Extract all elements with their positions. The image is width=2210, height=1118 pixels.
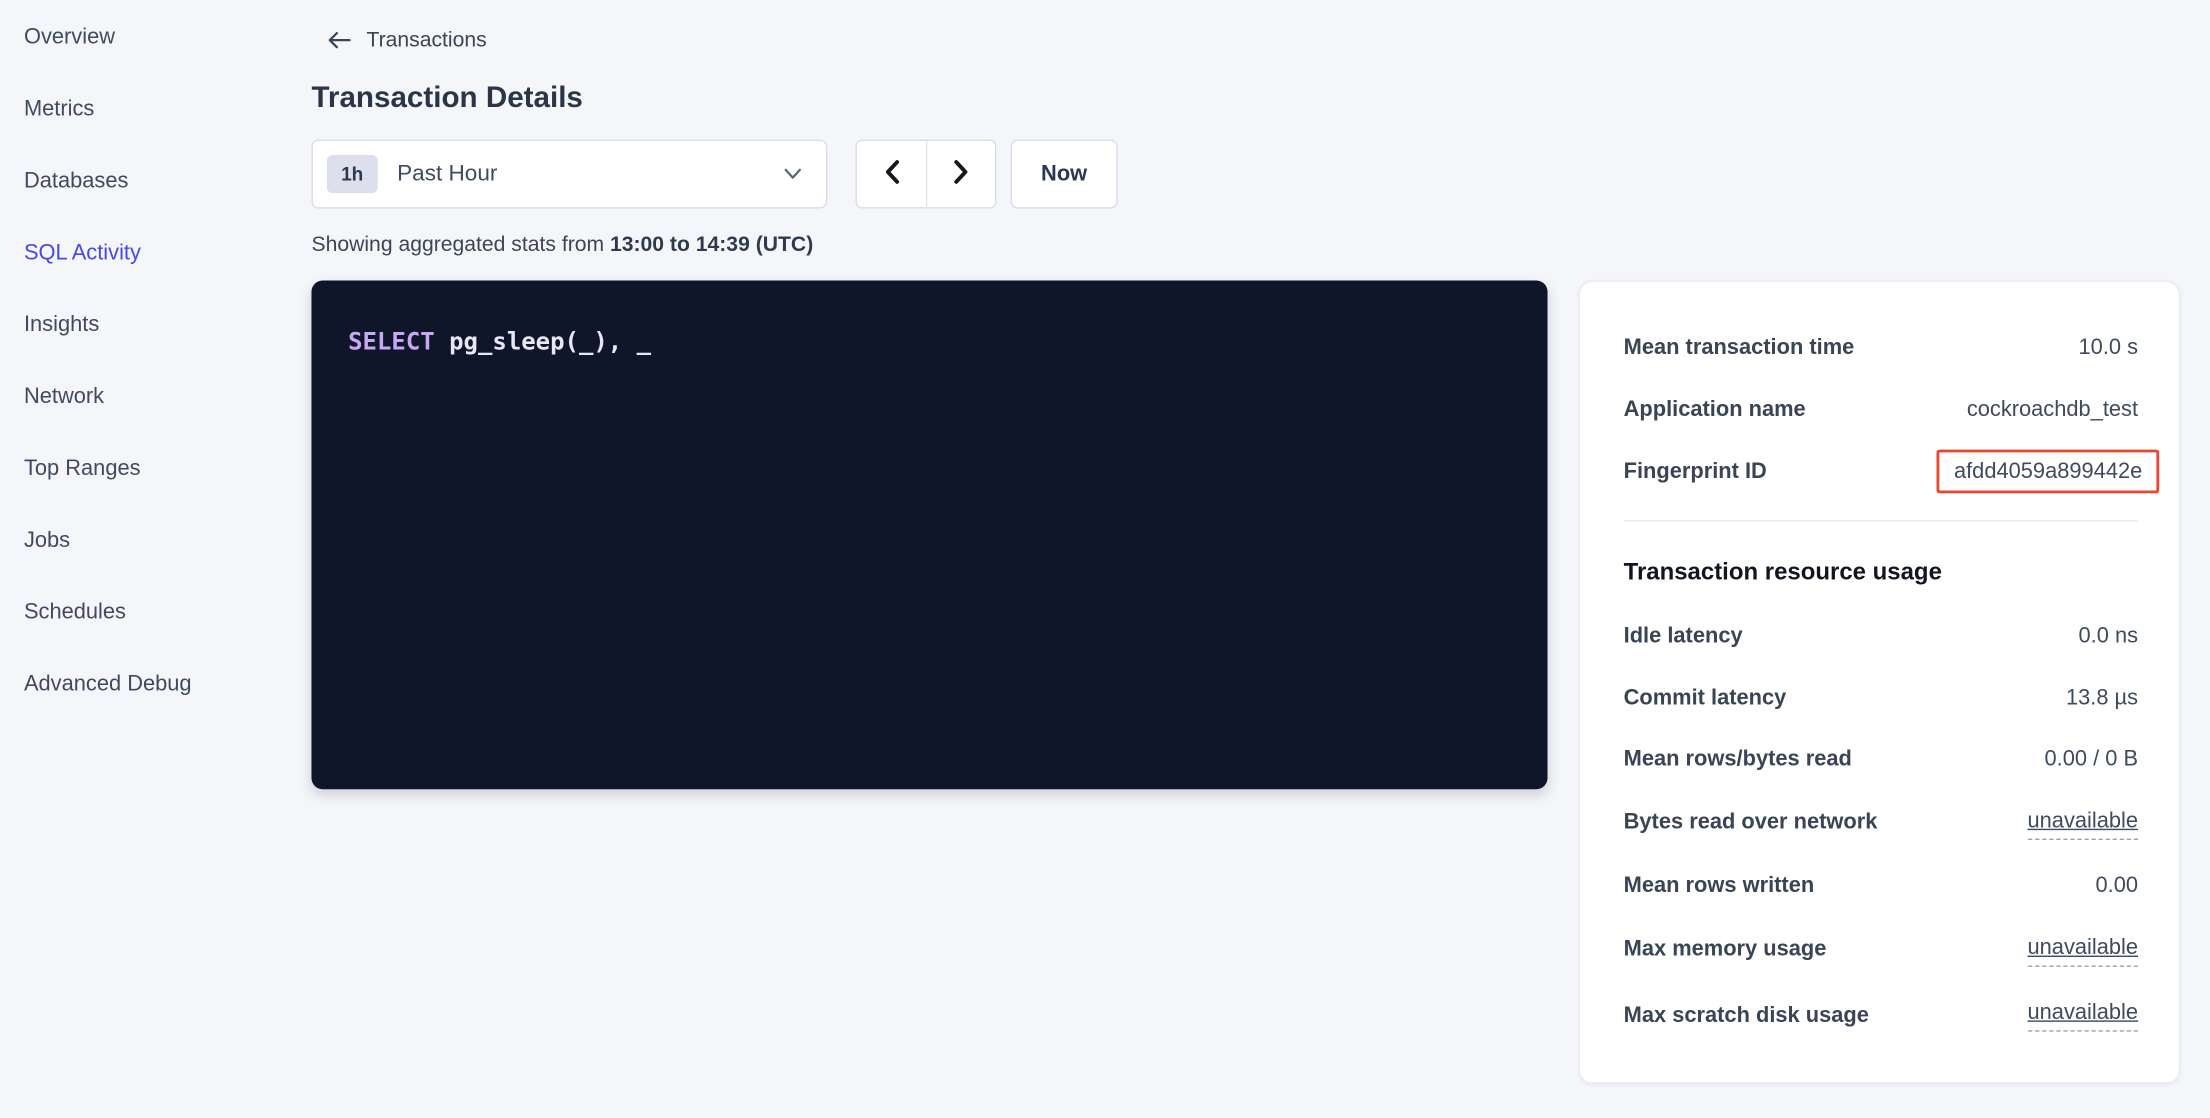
detail-row-mean-rows-bytes-read: Mean rows/bytes read 0.00 / 0 B — [1624, 744, 2138, 774]
next-range-button[interactable] — [926, 140, 996, 209]
sidebar-item-advanced-debug[interactable]: Advanced Debug — [24, 668, 312, 700]
time-range-pager — [856, 140, 997, 209]
detail-value-application-name: cockroachdb_test — [1967, 395, 2138, 425]
time-range-select[interactable]: 1h Past Hour — [311, 140, 827, 209]
sql-statement-text: pg_sleep(_), _ — [435, 328, 651, 356]
sidebar: Overview Metrics Databases SQL Activity … — [0, 0, 311, 1118]
detail-label: Bytes read over network — [1624, 808, 1878, 838]
detail-row-fingerprint-id: Fingerprint ID afdd4059a899442e — [1624, 457, 2138, 487]
sidebar-item-jobs[interactable]: Jobs — [24, 524, 312, 556]
detail-value-mean-transaction-time: 10.0 s — [2079, 333, 2139, 363]
sidebar-item-network[interactable]: Network — [24, 381, 312, 413]
detail-value-idle-latency: 0.0 ns — [2079, 622, 2139, 652]
sidebar-item-databases[interactable]: Databases — [24, 165, 312, 197]
sidebar-item-overview[interactable]: Overview — [24, 21, 312, 53]
details-content: SELECT pg_sleep(_), _ Mean transaction t… — [311, 280, 2209, 1083]
card-divider — [1624, 520, 2138, 521]
detail-label: Mean rows written — [1624, 871, 1815, 901]
detail-row-max-scratch-disk-usage: Max scratch disk usage unavailable — [1624, 998, 2138, 1032]
detail-value-commit-latency: 13.8 µs — [2066, 683, 2138, 713]
breadcrumb[interactable]: Transactions — [327, 28, 487, 52]
previous-range-button[interactable] — [856, 140, 926, 209]
detail-value-mean-rows-bytes-read: 0.00 / 0 B — [2045, 744, 2139, 774]
detail-label: Idle latency — [1624, 622, 1743, 652]
aggregation-status-prefix: Showing aggregated stats from — [311, 233, 610, 257]
detail-value-fingerprint-id: afdd4059a899442e — [1937, 450, 2159, 494]
resource-rows: Idle latency 0.0 ns Commit latency 13.8 … — [1624, 622, 2138, 1032]
sidebar-item-insights[interactable]: Insights — [24, 309, 312, 341]
detail-value-max-scratch-disk-usage: unavailable — [2028, 998, 2139, 1032]
back-arrow-icon — [327, 31, 351, 49]
detail-label: Max scratch disk usage — [1624, 1000, 1869, 1030]
app-root: Overview Metrics Databases SQL Activity … — [0, 0, 2210, 1118]
summary-rows: Mean transaction time 10.0 s Application… — [1624, 333, 2138, 487]
sidebar-item-sql-activity[interactable]: SQL Activity — [24, 237, 312, 269]
detail-label: Application name — [1624, 395, 1806, 425]
chevron-right-icon — [953, 159, 970, 189]
transaction-details-card: Mean transaction time 10.0 s Application… — [1579, 280, 2181, 1083]
main-content: Transactions Transaction Details 1h Past… — [311, 0, 2209, 1118]
detail-row-max-memory-usage: Max memory usage unavailable — [1624, 932, 2138, 966]
sidebar-item-schedules[interactable]: Schedules — [24, 596, 312, 628]
aggregation-status-range: 13:00 to 14:39 (UTC) — [610, 233, 813, 257]
detail-row-mean-rows-written: Mean rows written 0.00 — [1624, 871, 2138, 901]
chevron-down-icon — [784, 161, 802, 186]
chevron-left-icon — [883, 159, 900, 189]
time-toolbar: 1h Past Hour — [311, 140, 2209, 209]
detail-row-application-name: Application name cockroachdb_test — [1624, 395, 2138, 425]
detail-label: Mean rows/bytes read — [1624, 744, 1852, 774]
aggregation-status: Showing aggregated stats from 13:00 to 1… — [311, 233, 2209, 258]
detail-label: Fingerprint ID — [1624, 457, 1767, 487]
detail-label: Mean transaction time — [1624, 333, 1855, 363]
sql-keyword: SELECT — [348, 328, 435, 356]
sidebar-item-top-ranges[interactable]: Top Ranges — [24, 452, 312, 484]
time-range-badge: 1h — [327, 155, 377, 193]
sidebar-item-metrics[interactable]: Metrics — [24, 93, 312, 125]
detail-row-mean-transaction-time: Mean transaction time 10.0 s — [1624, 333, 2138, 363]
detail-value-mean-rows-written: 0.00 — [2096, 871, 2139, 901]
detail-label: Commit latency — [1624, 683, 1787, 713]
breadcrumb-label: Transactions — [366, 28, 486, 52]
detail-row-idle-latency: Idle latency 0.0 ns — [1624, 622, 2138, 652]
detail-row-bytes-read-over-network: Bytes read over network unavailable — [1624, 805, 2138, 839]
detail-row-commit-latency: Commit latency 13.8 µs — [1624, 683, 2138, 713]
now-button[interactable]: Now — [1011, 140, 1118, 209]
detail-value-max-memory-usage: unavailable — [2028, 932, 2139, 966]
resource-usage-title: Transaction resource usage — [1624, 558, 2138, 586]
page-title: Transaction Details — [311, 82, 2209, 116]
detail-value-bytes-read-over-network: unavailable — [2028, 805, 2139, 839]
sql-statement-box: SELECT pg_sleep(_), _ — [311, 280, 1547, 789]
time-range-label: Past Hour — [397, 161, 784, 186]
detail-label: Max memory usage — [1624, 934, 1827, 964]
